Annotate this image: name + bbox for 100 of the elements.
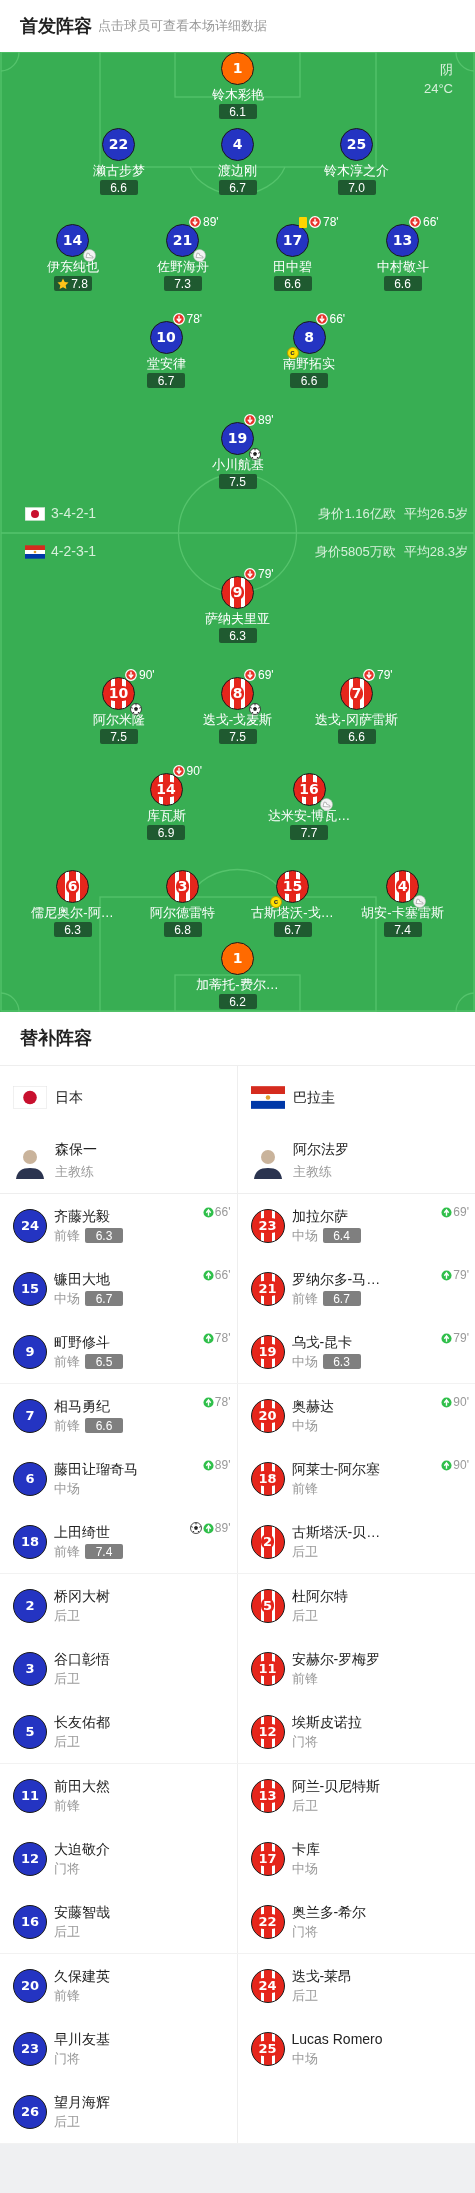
- player-position: 后卫: [54, 1607, 80, 1624]
- rating-box: 6.2: [218, 994, 257, 1009]
- player-marker[interactable]: 5: [250, 1588, 285, 1623]
- player-position: 门将: [291, 1733, 318, 1750]
- player-marker[interactable]: 3: [13, 1651, 47, 1686]
- substitution-minute: 69': [453, 1206, 469, 1218]
- substitution-out-icon: [309, 216, 321, 228]
- player-name[interactable]: 町野修斗: [54, 1333, 123, 1351]
- player-marker[interactable]: 11: [250, 1651, 285, 1686]
- player-marker[interactable]: 22: [250, 1904, 285, 1939]
- player-name[interactable]: 加拉尔萨: [291, 1207, 361, 1225]
- player-name[interactable]: 齐藤光毅: [54, 1207, 123, 1225]
- player-name[interactable]: 相马勇纪: [54, 1397, 123, 1415]
- player-marker[interactable]: 11: [13, 1778, 47, 1813]
- section-title: 首发阵容: [20, 14, 92, 38]
- player-name[interactable]: 安藤智哉: [54, 1903, 110, 1921]
- player-name[interactable]: 镰田大地: [54, 1270, 123, 1288]
- player-marker[interactable]: 18: [250, 1461, 285, 1496]
- player-position: 后卫: [54, 1923, 80, 1940]
- player-name[interactable]: 大迫敬介: [54, 1840, 110, 1858]
- rating-box: 6.7: [273, 922, 312, 937]
- player-name[interactable]: 阿兰-贝尼特斯: [291, 1777, 381, 1795]
- average-age: 平均26.5岁: [403, 504, 468, 523]
- player-marker[interactable]: 6: [13, 1461, 47, 1496]
- substitution-minute: 66': [214, 1206, 231, 1218]
- player-name[interactable]: 上田绮世: [54, 1523, 123, 1541]
- player-name[interactable]: Lucas Romero: [291, 2030, 383, 2048]
- team-value: 身价1.16亿欧: [318, 504, 396, 523]
- substitution-minute: 90': [186, 765, 203, 777]
- substitution-minute: 66': [329, 313, 346, 325]
- player-name[interactable]: 埃斯皮诺拉: [291, 1713, 362, 1731]
- player-marker[interactable]: 24: [13, 1208, 47, 1243]
- player-name[interactable]: 长友佑都: [54, 1713, 110, 1731]
- rating-box: 6.8: [163, 922, 202, 937]
- player-position: 门将: [54, 1860, 80, 1877]
- player-name[interactable]: 安赫尔-罗梅罗: [291, 1650, 381, 1668]
- player-marker[interactable]: 17: [250, 1841, 285, 1876]
- player-marker[interactable]: 12: [13, 1841, 47, 1876]
- player-name: 伊东纯也: [46, 259, 99, 275]
- player-name: 迭戈-冈萨雷斯: [315, 712, 398, 728]
- player-marker[interactable]: 23: [13, 2031, 47, 2066]
- player-marker[interactable]: 9: [13, 1334, 47, 1369]
- formation: 3-4-2-1: [51, 504, 97, 523]
- player-marker[interactable]: 20: [250, 1398, 285, 1433]
- player-name: 萨纳夫里亚: [205, 611, 270, 627]
- player-name[interactable]: 望月海辉: [54, 2093, 110, 2111]
- player-name[interactable]: 桥冈大树: [54, 1587, 110, 1605]
- player-marker[interactable]: 21: [250, 1271, 285, 1306]
- rating-box: 6.3: [218, 628, 257, 643]
- player-name[interactable]: 迭戈-莱昂: [291, 1967, 353, 1985]
- player-marker[interactable]: 20: [13, 1968, 47, 2003]
- player-name[interactable]: 乌戈-昆卡: [291, 1333, 361, 1351]
- player-name[interactable]: 古斯塔沃-贝…: [291, 1523, 381, 1541]
- player-position: 中场: [54, 1290, 80, 1307]
- player-marker[interactable]: 26: [13, 2094, 47, 2129]
- player-name[interactable]: 阿莱士-阿尔塞: [291, 1460, 381, 1478]
- player-marker[interactable]: 24: [250, 1968, 285, 2003]
- player-name: 中村敬斗: [376, 259, 429, 275]
- player-position: 前锋: [291, 1670, 318, 1687]
- substitution-minute: 78': [323, 216, 339, 228]
- player-name: 达米安-博瓦…: [267, 808, 351, 824]
- substitution-minute: 89': [258, 414, 274, 426]
- rating-box: 7.8: [53, 276, 92, 291]
- coach-name[interactable]: 森保一: [55, 1141, 97, 1158]
- rating-box: 7.5: [99, 729, 138, 744]
- rating-box: 6.7: [322, 1291, 361, 1306]
- player-marker[interactable]: 2: [250, 1524, 285, 1559]
- player-name[interactable]: 前田大然: [54, 1777, 110, 1795]
- substitution-in-icon: [441, 1206, 453, 1218]
- player-name[interactable]: 杜阿尔特: [291, 1587, 348, 1605]
- player-marker[interactable]: 19: [250, 1334, 285, 1369]
- player-name[interactable]: 罗纳尔多-马…: [291, 1270, 381, 1288]
- player-name[interactable]: 藤田让瑠奇马: [54, 1460, 138, 1478]
- player-marker[interactable]: 25: [250, 2031, 285, 2066]
- coach-name[interactable]: 阿尔法罗: [292, 1141, 349, 1158]
- substitution-minute: 89': [214, 1522, 231, 1534]
- substitution-minute: 79': [453, 1332, 469, 1344]
- substitution-in-icon: [202, 1206, 214, 1218]
- player-position: 前锋: [54, 1797, 80, 1814]
- player-marker[interactable]: 12: [250, 1714, 285, 1749]
- player-marker[interactable]: 23: [250, 1208, 285, 1243]
- rating-box: 7.4: [383, 922, 422, 937]
- substitution-minute: 66': [423, 216, 439, 228]
- substitution-out-icon: [409, 216, 421, 228]
- player-name[interactable]: 奥兰多-希尔: [291, 1903, 367, 1921]
- player-name[interactable]: 早川友基: [54, 2030, 110, 2048]
- section-title: 替补阵容: [20, 1027, 92, 1050]
- rating-box: 7.5: [218, 729, 257, 744]
- player-name[interactable]: 奥赫达: [291, 1397, 334, 1415]
- rating-box: 6.6: [99, 180, 138, 195]
- player-name[interactable]: 卡库: [291, 1840, 320, 1858]
- player-marker[interactable]: 16: [13, 1904, 47, 1939]
- player-marker[interactable]: 18: [13, 1524, 47, 1559]
- player-marker[interactable]: 7: [13, 1398, 47, 1433]
- player-name[interactable]: 谷口彰悟: [54, 1650, 110, 1668]
- player-name[interactable]: 久保建英: [54, 1967, 110, 1985]
- player-marker[interactable]: 2: [13, 1588, 47, 1623]
- player-marker[interactable]: 15: [13, 1271, 47, 1306]
- player-marker[interactable]: 5: [13, 1714, 47, 1749]
- player-marker[interactable]: 13: [250, 1778, 285, 1813]
